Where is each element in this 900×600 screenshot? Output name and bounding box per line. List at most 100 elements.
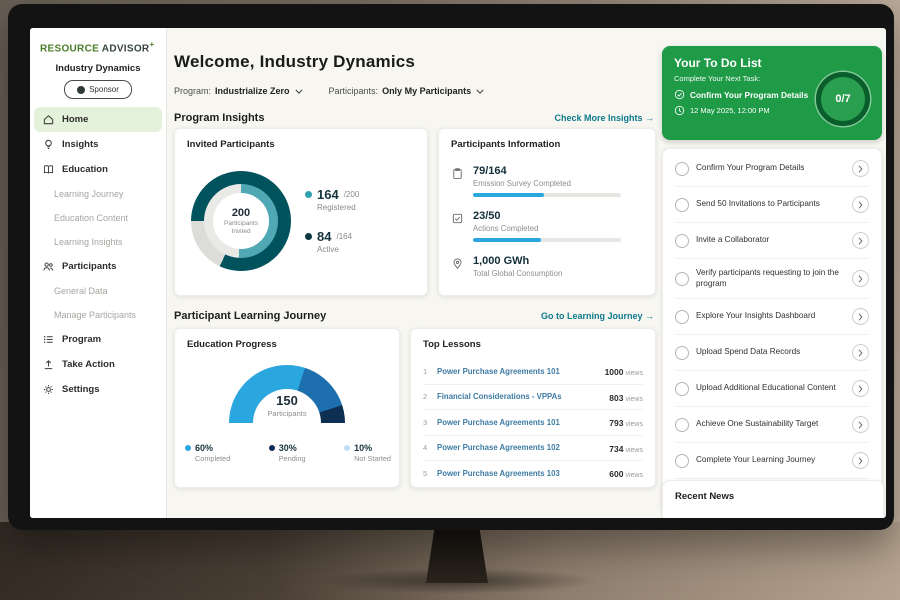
- participants-value: Only My Participants: [382, 86, 471, 96]
- recent-news-card: Recent News: [662, 480, 884, 518]
- lesson-row: 5 Power Purchase Agreements 103 600views: [423, 461, 643, 486]
- task-row: Send 50 Invitations to Participants: [675, 187, 869, 223]
- sidebar-item-insights[interactable]: Insights: [34, 132, 162, 157]
- sidebar-item-learning-insights[interactable]: Learning Insights: [30, 230, 166, 254]
- progress-bar: [473, 193, 621, 197]
- participants-icon: [42, 260, 55, 273]
- lesson-link[interactable]: Power Purchase Agreements 101: [437, 418, 603, 427]
- legend-pct: 10%: [354, 443, 391, 453]
- registered-dot-icon: [305, 191, 312, 198]
- task-go-button[interactable]: [852, 452, 869, 469]
- lesson-views: 793: [609, 418, 623, 428]
- sidebar-item-label: Program: [62, 334, 101, 345]
- task-checkbox[interactable]: [675, 346, 689, 360]
- lesson-row: 3 Power Purchase Agreements 101 793views: [423, 410, 643, 436]
- invited-donut-outer: 200 Participants Invited: [191, 171, 291, 271]
- task-row: Achieve One Sustainability Target: [675, 407, 869, 443]
- lesson-link[interactable]: Power Purchase Agreements 103: [437, 469, 603, 478]
- sidebar-item-education[interactable]: Education: [34, 157, 162, 182]
- task-label: Verify participants requesting to join t…: [696, 268, 845, 289]
- sidebar-item-manage-participants[interactable]: Manage Participants: [30, 303, 166, 327]
- info-value: 1,000 GWh: [473, 255, 562, 267]
- lesson-link[interactable]: Financial Considerations - VPPAs: [437, 392, 603, 401]
- sidebar-item-program[interactable]: Program: [34, 327, 162, 352]
- lesson-views: 734: [609, 444, 623, 454]
- sidebar-item-learning-journey[interactable]: Learning Journey: [30, 182, 166, 206]
- clock-icon: [674, 105, 685, 116]
- participants-dropdown[interactable]: Participants: Only My Participants: [329, 86, 485, 96]
- lesson-link[interactable]: Power Purchase Agreements 101: [437, 367, 599, 376]
- task-row: Confirm Your Program Details: [675, 151, 869, 187]
- todo-progress-ring: 0/7: [816, 72, 870, 126]
- task-checkbox[interactable]: [675, 198, 689, 212]
- task-checkbox[interactable]: [675, 162, 689, 176]
- views-suffix: views: [625, 421, 643, 428]
- progress-bar-fill: [473, 193, 544, 197]
- sidebar-item-home[interactable]: Home: [34, 107, 162, 132]
- monitor-bezel: RESOURCE ADVISOR+ Industry Dynamics Spon…: [8, 4, 894, 530]
- logo-advisor: ADVISOR: [102, 43, 150, 54]
- info-label: Total Global Consumption: [473, 269, 562, 278]
- task-go-button[interactable]: [852, 196, 869, 213]
- education-progress-card: Education Progress 150 Participants: [174, 328, 400, 488]
- task-checkbox[interactable]: [675, 418, 689, 432]
- monitor-stand: [426, 527, 488, 583]
- task-label: Upload Additional Educational Content: [696, 383, 845, 394]
- sidebar-item-education-content[interactable]: Education Content: [30, 206, 166, 230]
- not-started-dot-icon: [344, 445, 350, 451]
- task-checkbox[interactable]: [675, 234, 689, 248]
- info-row-actions: 23/50 Actions Completed: [451, 210, 643, 242]
- task-go-button[interactable]: [852, 270, 869, 287]
- check-more-insights-link[interactable]: Check More Insights →: [554, 113, 654, 123]
- task-go-button[interactable]: [852, 380, 869, 397]
- section-title: Participant Learning Journey: [174, 310, 326, 322]
- info-row-emission-survey: 79/164 Emission Survey Completed: [451, 165, 643, 197]
- gauge-center: 150 Participants: [229, 393, 345, 418]
- sidebar-item-take-action[interactable]: Take Action: [34, 352, 162, 377]
- task-label: Complete Your Learning Journey: [696, 455, 845, 466]
- task-checkbox[interactable]: [675, 272, 689, 286]
- logo-resource: RESOURCE: [40, 43, 99, 54]
- card-title: Top Lessons: [411, 329, 655, 350]
- go-to-learning-journey-link[interactable]: Go to Learning Journey →: [541, 311, 654, 321]
- lesson-link[interactable]: Power Purchase Agreements 102: [437, 443, 603, 452]
- task-checkbox[interactable]: [675, 454, 689, 468]
- stat-total: /164: [336, 232, 352, 241]
- invited-donut-center: 200 Participants Invited: [213, 193, 269, 249]
- card-title: Participants Information: [439, 129, 655, 150]
- home-icon: [42, 113, 55, 126]
- todo-due-label: 12 May 2025, 12:00 PM: [690, 106, 770, 115]
- legend-pct: 30%: [279, 443, 306, 453]
- task-go-button[interactable]: [852, 344, 869, 361]
- stat-label: Registered: [317, 203, 359, 212]
- task-label: Invite a Collaborator: [696, 235, 845, 246]
- program-label: Program:: [174, 86, 211, 96]
- sidebar-item-general-data[interactable]: General Data: [30, 279, 166, 303]
- info-row-consumption: 1,000 GWh Total Global Consumption: [451, 255, 643, 278]
- task-checkbox[interactable]: [675, 310, 689, 324]
- legend-pct: 60%: [195, 443, 230, 453]
- task-checkbox[interactable]: [675, 382, 689, 396]
- task-go-button[interactable]: [852, 160, 869, 177]
- task-go-button[interactable]: [852, 308, 869, 325]
- views-suffix: views: [625, 472, 643, 479]
- info-label: Actions Completed: [473, 224, 621, 233]
- sidebar-item-participants[interactable]: Participants: [34, 254, 162, 279]
- legend-label: Not Started: [354, 454, 391, 463]
- task-go-button[interactable]: [852, 232, 869, 249]
- stat-total: /200: [344, 190, 360, 199]
- views-suffix: views: [625, 396, 643, 403]
- program-dropdown[interactable]: Program: Industrialize Zero: [174, 86, 303, 96]
- sponsor-badge[interactable]: Sponsor: [64, 80, 132, 99]
- arrow-right-icon: →: [645, 113, 654, 123]
- legend-item-registered: 164 /200 Registered: [305, 187, 359, 212]
- task-go-button[interactable]: [852, 416, 869, 433]
- donut-legend: 164 /200 Registered 84 /164 Active: [305, 187, 359, 271]
- sponsor-icon: [77, 86, 85, 94]
- sidebar-item-settings[interactable]: Settings: [34, 377, 162, 402]
- dashboard-screen: RESOURCE ADVISOR+ Industry Dynamics Spon…: [30, 28, 886, 518]
- lesson-rank: 4: [423, 443, 431, 452]
- todo-next-task: Confirm Your Program Details: [662, 83, 836, 100]
- check-circle-icon: [674, 89, 685, 100]
- lesson-rank: 3: [423, 418, 431, 427]
